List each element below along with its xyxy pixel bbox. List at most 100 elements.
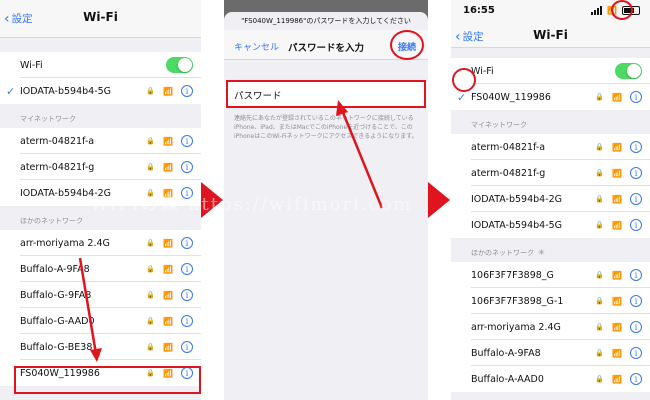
lock-icon: 🔒: [595, 271, 605, 279]
network-row[interactable]: aterm-04821f-a 🔒 📶 i: [451, 134, 650, 160]
checkmark-icon: ✓: [457, 90, 467, 104]
wifi-icon: 📶: [612, 322, 622, 332]
network-row[interactable]: IODATA-b594b4-5G 🔒 📶 i: [451, 212, 650, 238]
info-icon[interactable]: i: [630, 91, 642, 103]
lock-icon: 🔒: [146, 137, 156, 145]
wifi-icon: 📶: [612, 270, 622, 280]
info-icon[interactable]: i: [630, 219, 642, 231]
highlight-box: [14, 366, 201, 394]
network-name: arr-moriyama 2.4G: [20, 237, 110, 249]
wifi-icon: 📶: [163, 342, 173, 352]
network-row[interactable]: aterm-04821f-g 🔒 📶 i: [0, 154, 201, 180]
other-networks-header: ほかのネットワーク ✳: [451, 238, 650, 262]
network-row[interactable]: 106F3F7F3898_G-1 🔒 📶 i: [451, 288, 650, 314]
network-name: arr-moriyama 2.4G: [471, 321, 561, 333]
wifi-icon: 📶: [163, 238, 173, 248]
network-row[interactable]: IODATA-b594b4-2G 🔒 📶 i: [451, 186, 650, 212]
connected-network-row[interactable]: ✓ IODATA-b594b4-5G 🔒 📶 i: [0, 78, 201, 104]
info-icon[interactable]: i: [630, 295, 642, 307]
network-row[interactable]: Buffalo-A-9FA8 🔒 📶 i: [451, 340, 650, 366]
lock-icon: 🔒: [595, 349, 605, 357]
red-arrow: [78, 257, 102, 362]
network-name: FS040W_119986: [471, 91, 551, 103]
my-networks-header: マイネットワーク: [471, 121, 527, 129]
lock-icon: 🔒: [595, 375, 605, 383]
network-row[interactable]: arr-moriyama 2.4G 🔒 📶 i: [0, 230, 201, 256]
network-name: Buffalo-A-9FA8: [471, 347, 541, 359]
network-row[interactable]: aterm-04821f-a 🔒 📶 i: [0, 128, 201, 154]
network-name: IODATA-b594b4-5G: [20, 85, 112, 97]
network-name: 106F3F7F3898_G-1: [471, 295, 564, 307]
network-name: IODATA-b594b4-2G: [471, 193, 563, 205]
info-icon[interactable]: i: [181, 237, 193, 249]
other-networks-label: ほかのネットワーク: [471, 249, 534, 257]
network-row[interactable]: Buffalo-A-AAD0 🔒 📶 i: [451, 366, 650, 392]
wifi-toggle-row: Wi-Fi: [0, 52, 201, 78]
info-icon[interactable]: i: [181, 341, 193, 353]
network-name: 106F3F7F3898_G: [471, 269, 554, 281]
lock-icon: 🔒: [146, 239, 156, 247]
password-sharing-note: 連絡先にあなたが登録されているこのネットワークに接続しているiPhone、iPa…: [234, 115, 418, 140]
wifi-icon: 📶: [612, 92, 622, 102]
info-icon[interactable]: i: [181, 315, 193, 327]
checkmark-highlight-circle: [452, 68, 476, 92]
info-icon[interactable]: i: [630, 347, 642, 359]
wifi-icon: 📶: [612, 142, 622, 152]
wifi-toggle[interactable]: [166, 57, 193, 73]
settings-wifi-connected-panel: 16:55 📶 ‹ 設定 Wi-Fi Wi-Fi ✓ FS040W_119986…: [451, 0, 650, 400]
network-name: aterm-04821f-g: [471, 167, 546, 179]
lock-icon: 🔒: [146, 265, 156, 273]
lock-icon: 🔒: [146, 343, 156, 351]
watermark: WiFiの森 https://wifimori.com: [90, 194, 413, 215]
wifi-icon: 📶: [163, 316, 173, 326]
wifi-icon: 📶: [612, 194, 622, 204]
wifi-toggle[interactable]: [615, 63, 642, 79]
network-name: Buffalo-A-AAD0: [471, 373, 544, 385]
navbar: ‹ 設定 Wi-Fi: [451, 24, 650, 48]
network-row[interactable]: 106F3F7F3898_G 🔒 📶 i: [451, 262, 650, 288]
network-name: aterm-04821f-a: [20, 135, 95, 147]
password-highlight-box: [226, 80, 426, 108]
info-icon[interactable]: i: [630, 193, 642, 205]
info-icon[interactable]: i: [181, 135, 193, 147]
loading-spinner-icon: ✳: [538, 248, 545, 257]
lock-icon: 🔒: [595, 323, 605, 331]
info-icon[interactable]: i: [630, 373, 642, 385]
wifi-icon: 📶: [612, 348, 622, 358]
wifi-icon: 📶: [612, 168, 622, 178]
wifi-icon: 📶: [163, 162, 173, 172]
lock-icon: 🔒: [595, 297, 605, 305]
signal-icon: [591, 6, 603, 15]
next-arrow-icon: [428, 182, 450, 218]
wifi-icon: 📶: [612, 220, 622, 230]
status-wifi-highlight-circle: [611, 0, 633, 20]
info-icon[interactable]: i: [181, 263, 193, 275]
network-row[interactable]: aterm-04821f-g 🔒 📶 i: [451, 160, 650, 186]
network-name: aterm-04821f-g: [20, 161, 95, 173]
info-icon[interactable]: i: [181, 85, 193, 97]
lock-icon: 🔒: [595, 143, 605, 151]
page-title: Wi-Fi: [83, 10, 118, 24]
lock-icon: 🔒: [146, 317, 156, 325]
info-icon[interactable]: i: [630, 269, 642, 281]
info-icon[interactable]: i: [630, 321, 642, 333]
wifi-label: Wi-Fi: [20, 59, 43, 71]
lock-icon: 🔒: [146, 291, 156, 299]
wifi-icon: 📶: [163, 264, 173, 274]
info-icon[interactable]: i: [630, 141, 642, 153]
page-title: Wi-Fi: [533, 28, 568, 42]
my-networks-header: マイネットワーク: [20, 115, 76, 123]
lock-icon: 🔒: [146, 87, 156, 95]
prompt-text: "FS040W_119986"のパスワードを入力してください: [241, 17, 411, 25]
network-row[interactable]: arr-moriyama 2.4G 🔒 📶 i: [451, 314, 650, 340]
checkmark-icon: ✓: [6, 84, 16, 98]
lock-icon: 🔒: [595, 169, 605, 177]
lock-icon: 🔒: [595, 195, 605, 203]
lock-icon: 🔒: [595, 221, 605, 229]
wifi-toggle-row: Wi-Fi: [451, 58, 650, 84]
connected-network-row[interactable]: ✓ FS040W_119986 🔒 📶 i: [451, 84, 650, 110]
info-icon[interactable]: i: [181, 161, 193, 173]
info-icon[interactable]: i: [630, 167, 642, 179]
join-highlight-circle: [390, 30, 424, 60]
info-icon[interactable]: i: [181, 289, 193, 301]
